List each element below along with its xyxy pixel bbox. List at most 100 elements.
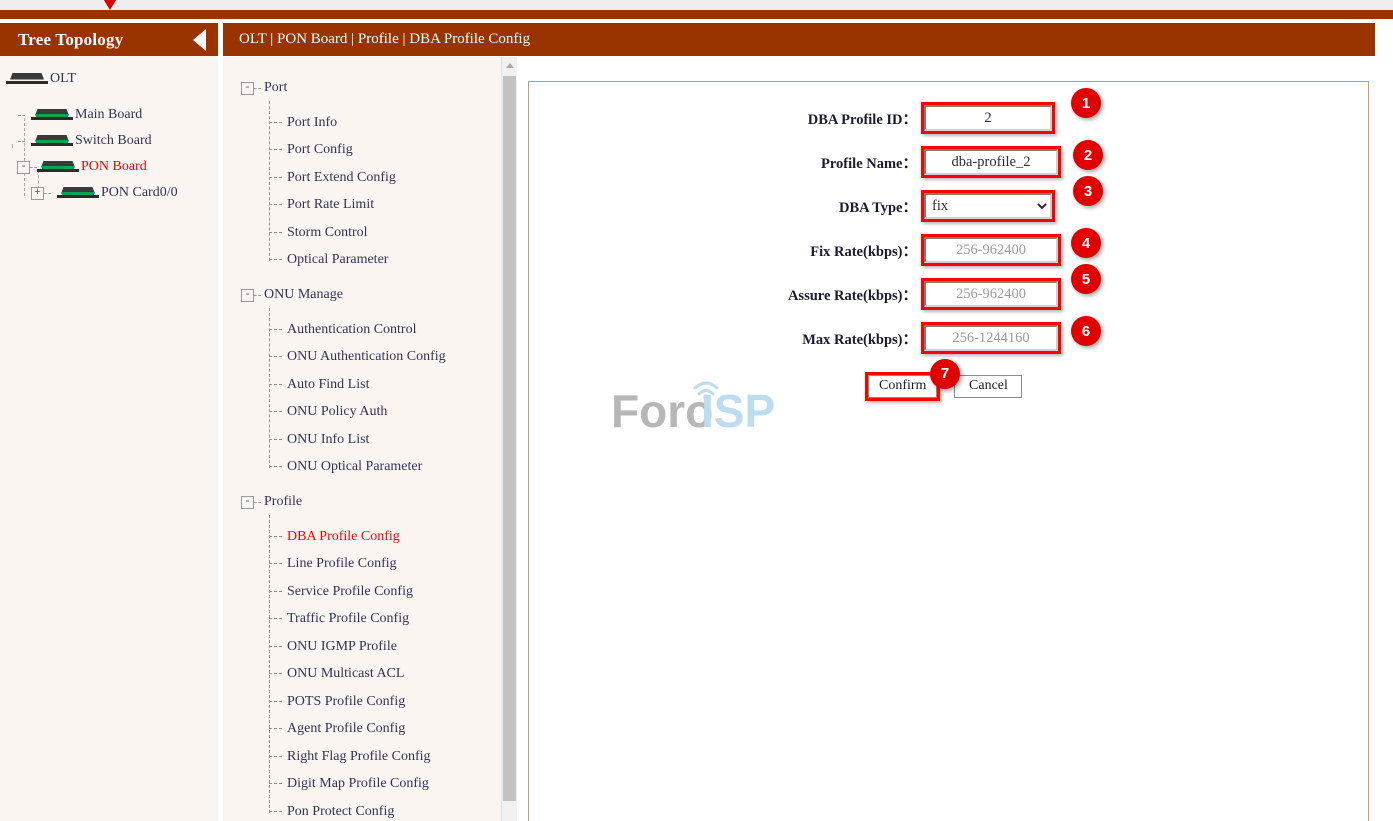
tree-connector	[44, 193, 51, 194]
tree-connector	[269, 591, 282, 592]
menu-scrollbar[interactable]	[501, 57, 517, 821]
menu-item-authentication-control[interactable]: Authentication Control	[223, 316, 513, 344]
menu-item-label[interactable]: POTS Profile Config	[287, 694, 405, 710]
field-control: 2	[921, 146, 1061, 178]
menu-group-label: Profile	[264, 494, 302, 510]
breadcrumb: OLT | PON Board | Profile | DBA Profile …	[223, 31, 530, 48]
tree-connector	[269, 439, 282, 440]
menu-item-onu-info-list[interactable]: ONU Info List	[223, 426, 513, 454]
menu-item-port-config[interactable]: Port Config	[223, 137, 513, 165]
confirm-button[interactable]: Confirm	[868, 375, 937, 398]
field-input[interactable]	[924, 105, 1052, 131]
board-icon	[31, 135, 73, 148]
menu-item-label[interactable]: ONU Policy Auth	[287, 404, 387, 420]
menu-item-onu-multicast-acl[interactable]: ONU Multicast ACL	[223, 661, 513, 689]
form-row-profile-name: Profile Name：2	[529, 140, 1369, 184]
field-label: DBA Type：	[529, 196, 921, 217]
menu-item-label[interactable]: Port Rate Limit	[287, 197, 374, 213]
tree-connector	[269, 673, 282, 674]
menu-item-service-profile-config[interactable]: Service Profile Config	[223, 578, 513, 606]
menu-item-right-flag-profile-config[interactable]: Right Flag Profile Config	[223, 743, 513, 771]
menu-item-label[interactable]: Digit Map Profile Config	[287, 776, 429, 792]
field-input[interactable]	[924, 149, 1058, 175]
menu-item-traffic-profile-config[interactable]: Traffic Profile Config	[223, 606, 513, 634]
menu-item-label[interactable]: Right Flag Profile Config	[287, 749, 431, 765]
menu-item-pots-profile-config[interactable]: POTS Profile Config	[223, 688, 513, 716]
menu-item-optical-parameter[interactable]: Optical Parameter	[223, 247, 513, 275]
tree-topology-sidebar: Tree Topology OLT Main Boar	[0, 23, 218, 821]
menu-item-digit-map-profile-config[interactable]: Digit Map Profile Config	[223, 771, 513, 799]
cancel-button[interactable]: Cancel	[954, 375, 1022, 398]
menu-item-label[interactable]: Auto Find List	[287, 377, 369, 393]
tree-connector	[18, 141, 25, 142]
menu-item-onu-policy-auth[interactable]: ONU Policy Auth	[223, 399, 513, 427]
tree-item-switch-board[interactable]: Switch Board	[0, 128, 218, 154]
tree-item-pon-board[interactable]: - PON Board	[0, 154, 218, 180]
expander-toggle-icon[interactable]: -	[241, 289, 254, 302]
annotation-highlight-box	[921, 146, 1061, 178]
content-panel: Foro ISP DBA Profile ID：1Profile Name：2D…	[528, 81, 1369, 821]
menu-item-label[interactable]: Authentication Control	[287, 322, 416, 338]
field-input[interactable]	[924, 237, 1058, 263]
menu-item-label[interactable]: DBA Profile Config	[287, 529, 400, 545]
tree-connector	[254, 295, 261, 296]
menu-item-label[interactable]: Pon Protect Config	[287, 804, 394, 820]
menu-group-profile: -Profile DBA Profile Config Line Profile C…	[223, 489, 513, 821]
menu-item-onu-igmp-profile[interactable]: ONU IGMP Profile	[223, 633, 513, 661]
menu-item-line-profile-config[interactable]: Line Profile Config	[223, 551, 513, 579]
menu-item-label[interactable]: Traffic Profile Config	[287, 611, 409, 627]
menu-item-label[interactable]: Port Extend Config	[287, 170, 396, 186]
annotation-highlight-box	[921, 234, 1061, 266]
menu-item-port-info[interactable]: Port Info	[223, 109, 513, 137]
field-input[interactable]: fixassureassure+maxmaxfix+assure+max	[924, 193, 1052, 219]
menu-item-onu-authentication-config[interactable]: ONU Authentication Config	[223, 344, 513, 372]
menu-group-header[interactable]: -ONU Manage	[223, 282, 513, 308]
menu-item-label[interactable]: Port Info	[287, 115, 337, 131]
menu-item-pon-protect-config[interactable]: Pon Protect Config	[223, 798, 513, 821]
field-input[interactable]	[924, 281, 1058, 307]
expander-toggle-icon[interactable]: -	[241, 496, 254, 509]
menu-item-label[interactable]: Storm Control	[287, 225, 368, 241]
annotation-highlight-box: Confirm7	[865, 372, 940, 401]
tree-item-olt[interactable]: OLT	[0, 66, 218, 92]
menu-item-port-extend-config[interactable]: Port Extend Config	[223, 164, 513, 192]
menu-item-agent-profile-config[interactable]: Agent Profile Config	[223, 716, 513, 744]
expander-toggle-icon[interactable]: -	[241, 82, 254, 95]
field-label: Max Rate(kbps)：	[529, 328, 921, 349]
tree-connector	[269, 122, 282, 123]
menu-item-label[interactable]: Line Profile Config	[287, 556, 397, 572]
tree-connector	[269, 329, 282, 330]
menu-item-label[interactable]: Agent Profile Config	[287, 721, 405, 737]
tree-connector	[269, 536, 282, 537]
scroll-up-arrow-icon[interactable]	[502, 57, 517, 73]
menu-item-auto-find-list[interactable]: Auto Find List	[223, 371, 513, 399]
tree-connector	[269, 701, 282, 702]
annotation-badge: 5	[1071, 264, 1101, 294]
menu-item-label[interactable]: ONU IGMP Profile	[287, 639, 397, 655]
menu-item-label[interactable]: ONU Multicast ACL	[287, 666, 404, 682]
field-control: 1	[921, 102, 1055, 134]
field-label: Profile Name：	[529, 152, 921, 173]
menu-item-storm-control[interactable]: Storm Control	[223, 219, 513, 247]
menu-item-label[interactable]: Optical Parameter	[287, 252, 388, 268]
menu-group-header[interactable]: -Profile	[223, 489, 513, 515]
menu-item-label[interactable]: Port Config	[287, 142, 353, 158]
menu-item-label[interactable]: ONU Authentication Config	[287, 349, 446, 365]
scrollbar-thumb[interactable]	[503, 76, 516, 801]
tree-item-pon-card[interactable]: + PON Card0/0	[0, 180, 218, 206]
form-row-dba-type: DBA Type：fixassureassure+maxmaxfix+assur…	[529, 184, 1369, 228]
expander-toggle-icon[interactable]: +	[31, 187, 44, 200]
menu-item-onu-optical-parameter[interactable]: ONU Optical Parameter	[223, 454, 513, 482]
expander-toggle-icon[interactable]: -	[17, 161, 30, 174]
field-input[interactable]	[924, 325, 1058, 351]
menu-item-label[interactable]: Service Profile Config	[287, 584, 413, 600]
menu-item-port-rate-limit[interactable]: Port Rate Limit	[223, 192, 513, 220]
menu-item-label[interactable]: ONU Optical Parameter	[287, 459, 422, 475]
tree-item-main-board[interactable]: Main Board	[0, 102, 218, 128]
tree-connector	[269, 756, 282, 757]
menu-item-dba-profile-config[interactable]: DBA Profile Config	[223, 523, 513, 551]
field-control: fixassureassure+maxmaxfix+assure+max3	[921, 190, 1055, 222]
menu-item-label[interactable]: ONU Info List	[287, 432, 369, 448]
collapse-left-arrow-icon[interactable]	[193, 29, 206, 51]
menu-group-header[interactable]: -Port	[223, 75, 513, 101]
